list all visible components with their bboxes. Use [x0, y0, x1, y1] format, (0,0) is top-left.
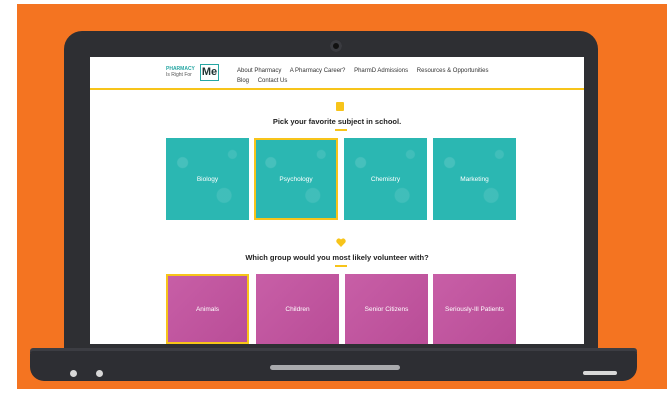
- question2-title: Which group would you most likely volunt…: [245, 253, 429, 262]
- option-label: Children: [285, 305, 310, 313]
- logo-line2: Is Right For: [166, 71, 192, 78]
- option-label: Psychology: [279, 175, 313, 183]
- trackpad: [270, 365, 400, 370]
- logo-badge: Me: [200, 64, 219, 81]
- webcam-icon: [330, 40, 342, 52]
- nav-link-pharmd-admissions[interactable]: PharmD Admissions: [354, 68, 408, 74]
- stage: PHARMACY Is Right For Me About Pharmacy …: [0, 0, 667, 393]
- book-icon: [336, 102, 344, 111]
- heart-icon: [336, 238, 346, 247]
- nav-link-pharmacy-career[interactable]: A Pharmacy Career?: [290, 68, 346, 74]
- indicator-light-icon: [96, 370, 103, 377]
- laptop-screen: PHARMACY Is Right For Me About Pharmacy …: [90, 57, 584, 344]
- option-seriously-ill-patients[interactable]: Seriously-Ill Patients: [433, 274, 516, 344]
- option-label: Seriously-Ill Patients: [445, 305, 504, 313]
- indicator-light-icon: [70, 370, 77, 377]
- nav-link-about-pharmacy[interactable]: About Pharmacy: [237, 68, 281, 74]
- option-psychology[interactable]: Psychology: [254, 138, 338, 220]
- option-label: Chemistry: [370, 175, 401, 183]
- option-marketing[interactable]: Marketing: [433, 138, 516, 220]
- nav-link-contact-us[interactable]: Contact Us: [258, 78, 288, 84]
- option-label: Marketing: [460, 175, 489, 183]
- option-label: Senior Citizens: [364, 305, 409, 313]
- site-header: PHARMACY Is Right For Me About Pharmacy …: [90, 57, 584, 90]
- main-nav: About Pharmacy A Pharmacy Career? PharmD…: [237, 66, 495, 86]
- option-chemistry[interactable]: Chemistry: [344, 138, 427, 220]
- question1-underline: [335, 129, 347, 131]
- logo-text: PHARMACY Is Right For: [166, 66, 195, 78]
- nav-link-resources[interactable]: Resources & Opportunities: [417, 68, 489, 74]
- option-label: Animals: [195, 305, 220, 313]
- option-biology[interactable]: Biology: [166, 138, 249, 220]
- option-senior-citizens[interactable]: Senior Citizens: [345, 274, 428, 344]
- port-slot: [583, 371, 617, 375]
- option-children[interactable]: Children: [256, 274, 339, 344]
- question2-underline: [335, 265, 347, 267]
- nav-link-blog[interactable]: Blog: [237, 78, 249, 84]
- option-animals[interactable]: Animals: [166, 274, 249, 344]
- question1-title: Pick your favorite subject in school.: [272, 117, 402, 126]
- option-label: Biology: [196, 175, 219, 183]
